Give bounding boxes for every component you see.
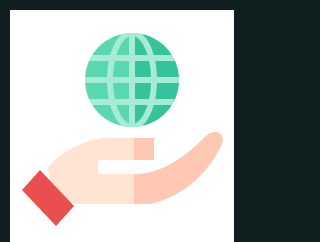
screen-frame (0, 0, 241, 242)
hand-holding-globe-icon (22, 33, 223, 226)
open-hand-icon (22, 131, 223, 226)
globe-icon (85, 33, 179, 127)
hand-shade (134, 138, 154, 160)
globe-grid-lines (85, 33, 179, 127)
icon-card (10, 10, 234, 242)
